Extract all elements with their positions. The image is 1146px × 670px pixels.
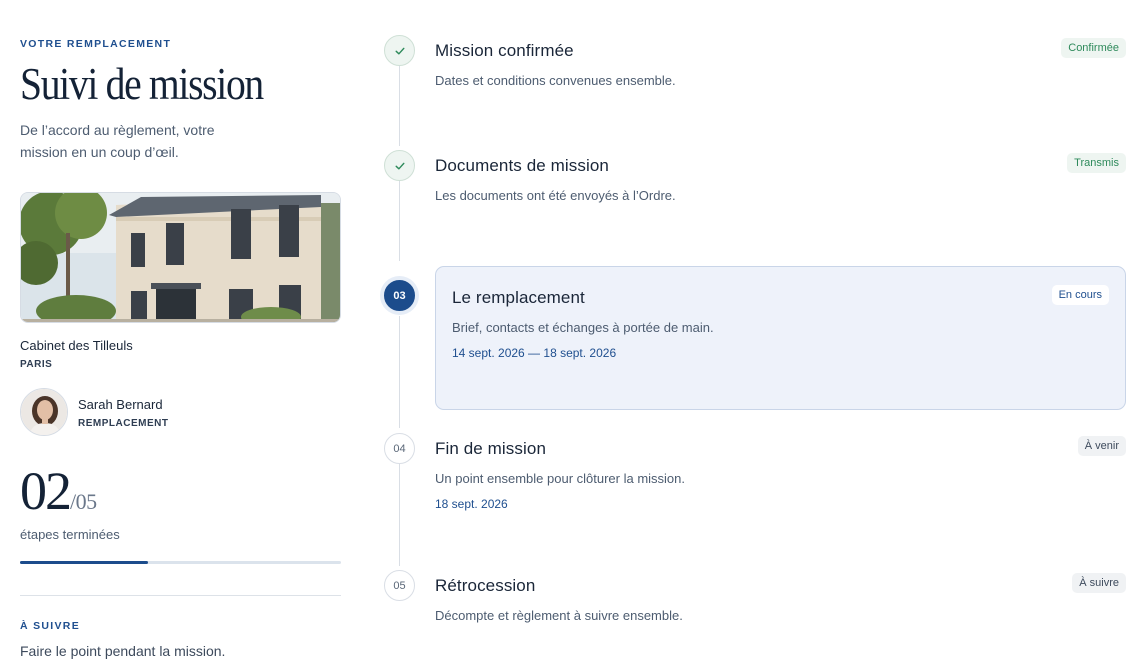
- step-retrocession[interactable]: Rétrocession Décompte et règlement à sui…: [435, 573, 1126, 623]
- step-documents-de-mission[interactable]: Documents de mission Les documents ont é…: [435, 153, 1126, 203]
- step-description: Décompte et règlement à suivre ensemble.: [435, 608, 683, 623]
- steps-counter: 02/05: [20, 460, 97, 522]
- status-badge: Confirmée: [1061, 38, 1126, 58]
- timeline-rail: [399, 316, 400, 428]
- step-title: Le remplacement: [452, 288, 585, 307]
- step-fin-de-mission[interactable]: Fin de mission Un point ensemble pour cl…: [435, 436, 1126, 511]
- cabinet-name: Cabinet des Tilleuls: [20, 338, 133, 353]
- steps-done: 02: [20, 461, 72, 521]
- steps-total: /05: [70, 489, 97, 514]
- step-marker-4: 04: [384, 433, 415, 464]
- next-step-label: À SUIVRE: [20, 620, 80, 632]
- step-marker-3: 03: [384, 280, 415, 311]
- eyebrow-label: VOTRE REMPLACEMENT: [20, 38, 172, 50]
- step-title: Rétrocession: [435, 576, 536, 595]
- timeline-rail: [399, 181, 400, 261]
- mission-timeline: Mission confirmée Dates et conditions co…: [384, 0, 1146, 670]
- page-subtitle: De l’accord au règlement, votre mission …: [20, 122, 215, 160]
- check-icon: [395, 47, 404, 54]
- divider: [20, 595, 341, 596]
- step-date: 18 sept. 2026: [435, 497, 508, 511]
- timeline-rail: [399, 464, 400, 566]
- step-title: Fin de mission: [435, 439, 546, 458]
- step-mission-confirmee[interactable]: Mission confirmée Dates et conditions co…: [435, 38, 1126, 88]
- status-badge: À venir: [1077, 436, 1126, 456]
- status-badge: À suivre: [1072, 573, 1126, 593]
- step-marker-1: [384, 35, 415, 66]
- person-name: Sarah Bernard: [78, 397, 163, 412]
- cabinet-photo: [20, 192, 341, 323]
- timeline-rail: [399, 66, 400, 146]
- step-title: Mission confirmée: [435, 41, 574, 60]
- cabinet-city: PARIS: [20, 359, 53, 370]
- mission-tracking-page: VOTRE REMPLACEMENT Suivi de mission De l…: [0, 0, 1146, 670]
- step-description: Brief, contacts et échanges à portée de …: [452, 320, 714, 335]
- step-date-range: 14 sept. 2026 — 18 sept. 2026: [452, 346, 617, 360]
- next-step-text: Faire le point pendant la mission.: [20, 643, 226, 659]
- step-description: Un point ensemble pour clôturer la missi…: [435, 471, 686, 486]
- step-description: Dates et conditions convenues ensemble.: [435, 73, 676, 88]
- steps-counter-label: étapes terminées: [20, 527, 120, 542]
- status-badge: Transmis: [1067, 153, 1126, 173]
- step-description: Les documents ont été envoyés à l’Ordre.: [435, 188, 676, 203]
- check-icon: [395, 162, 404, 169]
- step-title: Documents de mission: [435, 156, 609, 175]
- step-le-remplacement[interactable]: Le remplacement Brief, contacts et échan…: [435, 266, 1126, 410]
- person-role: REMPLACEMENT: [78, 418, 169, 429]
- progress-bar: [20, 561, 341, 564]
- step-marker-5: 05: [384, 570, 415, 601]
- progress-bar-fill: [20, 561, 149, 564]
- avatar: [20, 388, 68, 436]
- status-badge: En cours: [1051, 285, 1109, 305]
- step-marker-2: [384, 150, 415, 181]
- page-title: Suivi de mission: [20, 59, 264, 109]
